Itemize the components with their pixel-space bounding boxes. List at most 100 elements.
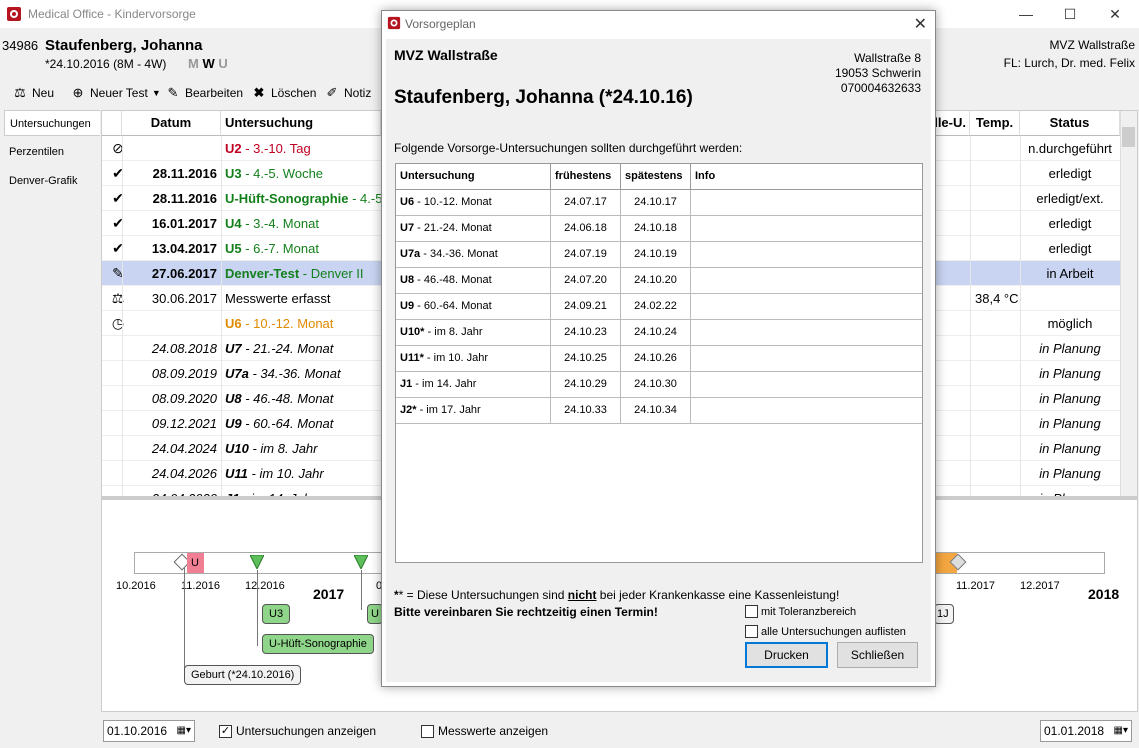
app-logo-icon: [7, 7, 21, 21]
close-button[interactable]: ✕: [1105, 4, 1125, 24]
delete-button[interactable]: ✖ Löschen: [251, 84, 317, 102]
row-status: in Planung: [1039, 391, 1101, 406]
list-all-checkbox[interactable]: [745, 625, 758, 638]
minimize-button[interactable]: —: [1016, 4, 1036, 24]
row-date: 16.01.2017: [151, 216, 217, 231]
year-label: 2017: [313, 586, 345, 602]
chevron-down-icon[interactable]: ▼: [152, 88, 161, 98]
show-exams-label: Untersuchungen anzeigen: [236, 724, 377, 738]
to-date-picker[interactable]: 01.01.2018 ▦▾: [1040, 720, 1132, 742]
nav-perzentilen[interactable]: Perzentilen: [4, 139, 100, 165]
timeline-box-partial[interactable]: 1J: [934, 604, 954, 624]
row-exam-desc: - 34.-36. Monat: [248, 366, 341, 381]
schedule-earliest: 24.09.21: [551, 294, 621, 320]
row-temp: [975, 486, 1020, 496]
schedule-row: U7 - 21.-24. Monat 24.06.18 24.10.18: [396, 216, 922, 242]
schedule-exam-code: U8: [400, 274, 415, 286]
show-measurements-toggle[interactable]: Messwerte anzeigen: [421, 724, 548, 738]
row-status: erledigt: [1048, 166, 1092, 181]
timeline-box-birth[interactable]: Geburt (*24.10.2016): [184, 665, 302, 685]
nav-denver-grafik[interactable]: Denver-Grafik: [4, 168, 100, 194]
u3-triangle-icon[interactable]: [250, 555, 264, 569]
schedule-row: U11* - im 10. Jahr 24.10.25 24.10.26: [396, 346, 922, 372]
schedule-exam-code: U6: [400, 196, 415, 208]
practice-name: MVZ Wallstraße: [1049, 38, 1135, 52]
nav-untersuchungen[interactable]: Untersuchungen: [4, 110, 100, 136]
new-button[interactable]: ⚖ Neu: [12, 84, 54, 102]
schedule-exam-desc: - im 8. Jahr: [424, 326, 483, 338]
from-date-value: 01.10.2016: [107, 724, 168, 738]
row-status-icon: [108, 411, 128, 436]
schedule-exam: U7a - 34.-36. Monat: [396, 242, 551, 268]
schedule-exam: J1 - im 14. Jahr: [396, 372, 551, 398]
show-measurements-checkbox[interactable]: [421, 724, 434, 738]
schedule-latest: 24.10.19: [621, 242, 691, 268]
vorsorgeplan-dialog: Vorsorgeplan ✕ MVZ Wallstraße Wallstraße…: [381, 10, 936, 687]
timeline-u2-marker[interactable]: U: [187, 553, 204, 573]
row-date: 28.11.2016: [152, 191, 217, 206]
row-date: 24.04.2024: [151, 441, 217, 456]
row-status-icon: ⚖: [111, 290, 125, 306]
edit-icon: ✎: [167, 85, 179, 100]
footnote-emphasis: nicht: [567, 588, 597, 602]
list-all-option[interactable]: alle Untersuchungen auflisten: [745, 625, 906, 638]
show-exams-checkbox[interactable]: ✓: [219, 724, 232, 738]
calendar-dropdown-icon[interactable]: ▦▾: [1114, 721, 1128, 741]
row-status: in Planung: [1039, 466, 1101, 481]
patient-dob: *24.10.2016 (8M - 4W): [45, 57, 167, 71]
schedule-exam: U6 - 10.-12. Monat: [396, 190, 551, 216]
grid-scrollbar[interactable]: [1120, 111, 1137, 496]
header-temp[interactable]: Temp.: [970, 111, 1020, 136]
close-dialog-button[interactable]: Schließen: [837, 642, 918, 668]
schedule-latest: 24.10.20: [621, 268, 691, 294]
header-status[interactable]: Status: [1020, 111, 1120, 136]
dialog-address: Wallstraße 8 19053 Schwerin 070004632633: [835, 51, 921, 96]
schedule-info: [691, 268, 922, 294]
u4-triangle-icon[interactable]: [354, 555, 368, 569]
show-exams-toggle[interactable]: ✓ Untersuchungen anzeigen: [219, 724, 376, 738]
timeline-box-hueft[interactable]: U-Hüft-Sonographie: [262, 634, 374, 654]
dialog-close-icon[interactable]: ✕: [914, 14, 927, 34]
row-status-icon: [108, 486, 128, 496]
row-exam-code: Messwerte erfasst: [225, 291, 331, 306]
tolerance-checkbox[interactable]: [745, 605, 758, 618]
schedule-earliest: 24.10.23: [551, 320, 621, 346]
bottom-bar: 01.10.2016 ▦▾ ✓ Untersuchungen anzeigen …: [101, 716, 1138, 748]
timeline-box-u3[interactable]: U3: [262, 604, 291, 624]
new-test-label: Neuer Test: [90, 86, 148, 100]
grid-scroll-thumb[interactable]: [1122, 127, 1135, 147]
maximize-button[interactable]: ☐: [1060, 4, 1080, 24]
schedule-exam-code: J1: [400, 378, 413, 390]
schedule-info: [691, 190, 922, 216]
schedule-exam-code: U9: [400, 300, 415, 312]
edit-button[interactable]: ✎ Bearbeiten: [165, 84, 244, 102]
row-exam-desc: - 10.-12. Monat: [241, 316, 334, 331]
u4-connector: [361, 570, 362, 610]
row-temp: [975, 186, 1020, 211]
row-temp: [975, 461, 1020, 486]
row-temp: [975, 386, 1020, 411]
schedule-exam-desc: - im 17. Jahr: [416, 404, 481, 416]
row-exam-desc: - 4.-5. Woche: [241, 166, 324, 181]
schedule-exam-code: U10*: [400, 326, 425, 338]
note-button[interactable]: ✐ Notiz: [324, 84, 372, 102]
tolerance-option[interactable]: mit Toleranzbereich: [745, 605, 856, 618]
row-status-icon: ⊘: [112, 140, 124, 156]
row-status: in Planung: [1020, 486, 1120, 496]
header-exam[interactable]: Untersuchung: [221, 111, 381, 136]
row-exam-desc: - 46.-48. Monat: [241, 391, 334, 406]
schedule-earliest: 24.10.25: [551, 346, 621, 372]
row-exam-code: U-Hüft-Sonographie: [225, 191, 349, 206]
row-status-icon: [108, 386, 128, 411]
col-spaetestens: spätestens: [621, 164, 691, 190]
row-status: erledigt: [1048, 241, 1092, 256]
row-temp: 38,4 °C: [975, 291, 1019, 306]
new-test-button[interactable]: ⊕ Neuer Test ▼: [70, 84, 161, 102]
calendar-dropdown-icon[interactable]: ▦▾: [177, 721, 191, 741]
delete-x-icon: ✖: [253, 85, 265, 100]
schedule-exam: U9 - 60.-64. Monat: [396, 294, 551, 320]
schedule-earliest: 24.07.17: [551, 190, 621, 216]
header-date[interactable]: Datum: [122, 111, 221, 136]
from-date-picker[interactable]: 01.10.2016 ▦▾: [103, 720, 195, 742]
print-button[interactable]: Drucken: [745, 642, 828, 668]
